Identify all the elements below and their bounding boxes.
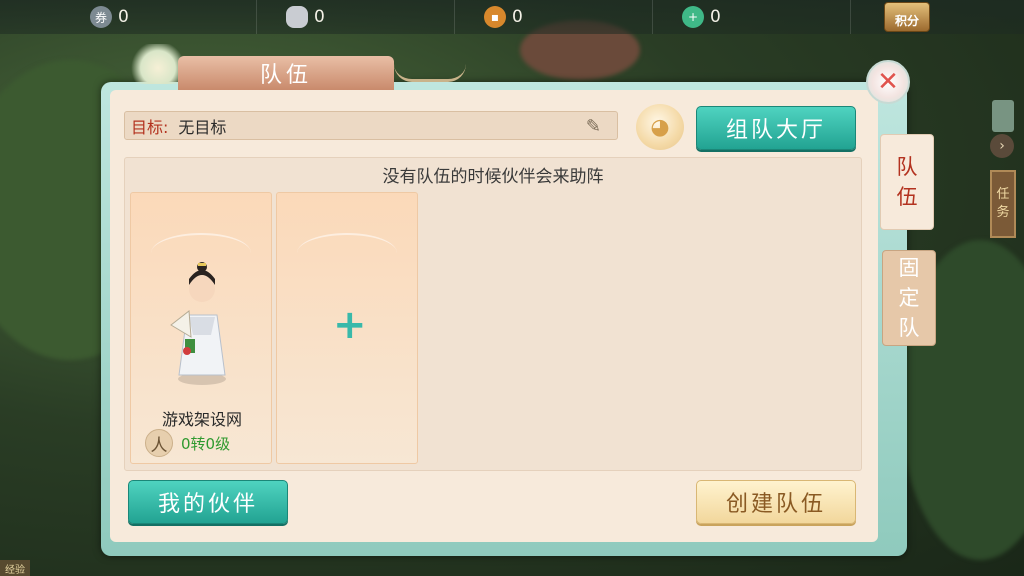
goal-bar[interactable]: 目标: 无目标 ✎ bbox=[124, 111, 618, 140]
side-scroll-handle[interactable] bbox=[992, 100, 1014, 132]
my-partners-button[interactable]: 我的伙伴 bbox=[128, 480, 288, 524]
currency-value: 0 bbox=[512, 7, 523, 27]
divider bbox=[256, 0, 257, 34]
close-icon: ✕ bbox=[877, 67, 899, 97]
close-button[interactable]: ✕ bbox=[866, 60, 910, 104]
currency-coupon[interactable]: 券 0 bbox=[90, 4, 129, 30]
create-team-button[interactable]: 创建队伍 bbox=[696, 480, 856, 524]
silver-ingot-icon bbox=[286, 6, 308, 28]
currency-jade[interactable]: + 0 bbox=[682, 4, 721, 30]
mission-label-char: 任 bbox=[996, 187, 1010, 202]
character-portrait bbox=[170, 262, 226, 385]
team-hall-button[interactable]: 组队大厅 bbox=[696, 106, 856, 150]
scroll-decoration bbox=[394, 64, 466, 82]
tab-label-char: 定 bbox=[898, 286, 920, 310]
currency-value: 0 bbox=[710, 7, 721, 27]
currency-value: 0 bbox=[314, 7, 325, 27]
tab-fixed-team[interactable]: 固 定 队 bbox=[882, 250, 936, 346]
cloud-decoration bbox=[297, 233, 397, 273]
divider bbox=[454, 0, 455, 34]
add-partner-slot[interactable]: + bbox=[276, 192, 418, 464]
jade-plus-icon: + bbox=[682, 6, 704, 28]
panel-title: 队伍 bbox=[178, 56, 394, 90]
goal-label: 目标: bbox=[131, 117, 169, 137]
divider bbox=[652, 0, 653, 34]
tab-label-char: 固 bbox=[898, 256, 920, 280]
tab-label-char: 队 bbox=[898, 316, 920, 340]
baby-helper-icon[interactable]: ◕ bbox=[636, 104, 684, 150]
mission-label-char: 务 bbox=[996, 205, 1010, 220]
mission-tab[interactable]: 任 务 bbox=[990, 170, 1016, 238]
experience-label: 经验 bbox=[0, 560, 30, 576]
chevron-right-icon[interactable]: › bbox=[990, 134, 1014, 158]
team-hint: 没有队伍的时候伙伴会来助阵 bbox=[382, 167, 604, 187]
tab-team[interactable]: 队 伍 bbox=[880, 134, 934, 230]
plus-icon: + bbox=[333, 302, 367, 348]
currency-value: 0 bbox=[118, 7, 129, 27]
partner-name: 游戏架设网 bbox=[161, 410, 242, 429]
partner-card[interactable]: 游戏架设网 人 0转0级 bbox=[130, 192, 272, 464]
goal-value: 无目标 bbox=[178, 117, 227, 137]
race-icon: 人 bbox=[145, 429, 173, 457]
tab-label-char: 伍 bbox=[896, 185, 918, 209]
partner-level: 0转0级 bbox=[181, 435, 231, 453]
currency-copper[interactable]: ▪ 0 bbox=[484, 4, 523, 30]
divider bbox=[850, 0, 851, 34]
score-badge[interactable]: 积分 bbox=[884, 2, 930, 32]
brush-edit-icon[interactable]: ✎ bbox=[586, 116, 601, 137]
tab-label-char: 队 bbox=[896, 155, 918, 179]
currency-bar: 券 0 0 ▪ 0 + 0 积分 bbox=[0, 0, 1024, 34]
copper-coin-icon: ▪ bbox=[484, 6, 506, 28]
currency-silver[interactable]: 0 bbox=[286, 4, 325, 30]
coupon-icon: 券 bbox=[90, 6, 112, 28]
